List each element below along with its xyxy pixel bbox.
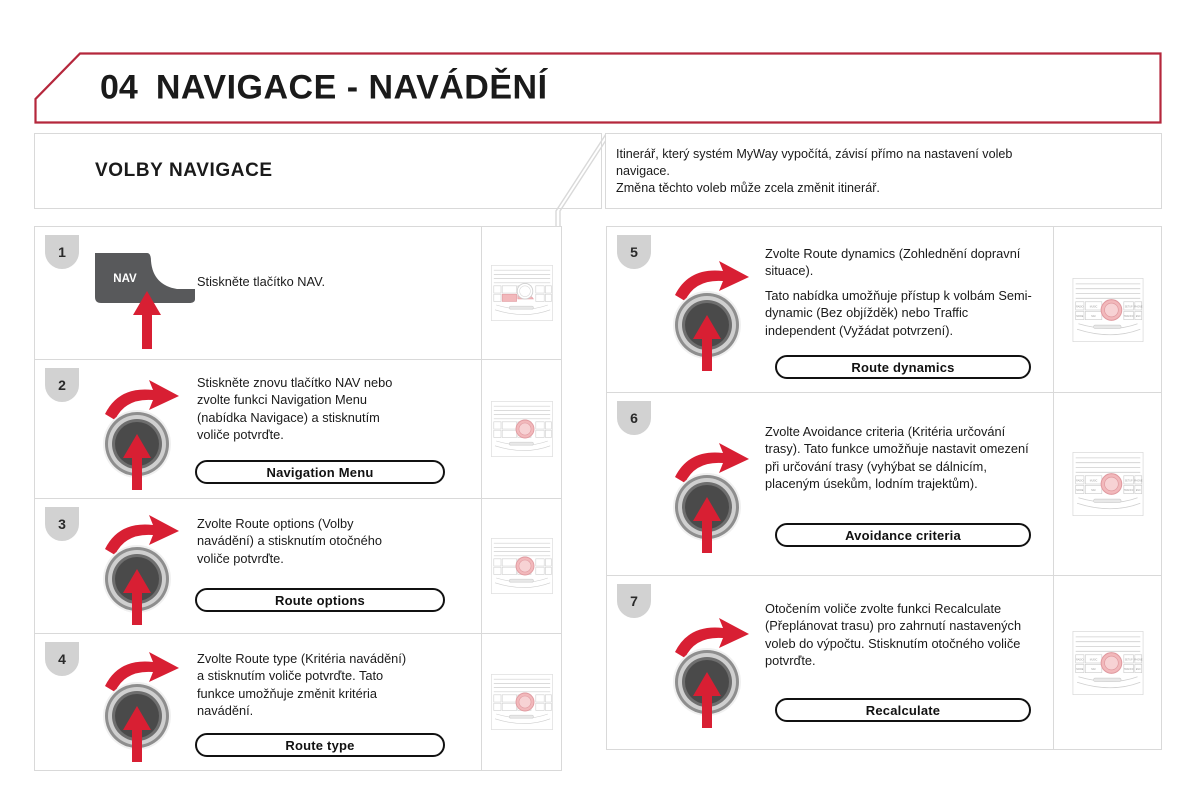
svg-text:RADIO: RADIO [1076,305,1084,308]
svg-text:TRAFFIC: TRAFFIC [1123,314,1133,317]
radio-face-icon-nav-highlight [490,265,553,321]
intro-line-3: Změna těchto voleb může zcela změnit iti… [616,181,880,195]
nav-button-illustration: NAV [85,245,205,360]
chapter-header: 04 NAVIGACE - NAVÁDĚNÍ [34,52,1162,124]
svg-text:ESC: ESC [1135,315,1140,317]
manual-page: 04 NAVIGACE - NAVÁDĚNÍ VOLBY NAVIGACE It… [0,0,1200,800]
svg-text:RADIO: RADIO [1076,658,1084,661]
step-card-7: 7 Otočením voliče zvolte funkci Recalcul… [606,575,1162,750]
svg-text:TRAFFIC: TRAFFIC [1123,489,1133,492]
pill-navigation-menu[interactable]: Navigation Menu [195,460,445,484]
rotary-knob-illustration-4 [87,648,207,766]
step-text-6: Zvolte Avoidance criteria (Kritéria určo… [765,424,1029,492]
step-card-4: 4 Zvolte Route type (Kritéria navádění) [34,633,562,771]
rotary-knob-icon [673,443,749,553]
svg-text:MUSIC: MUSIC [1089,659,1097,661]
steps-column-right: 5 Zvolte Route dynamics (Zohlednění dopr… [606,226,1162,750]
section-title-box: VOLBY NAVIGACE [34,133,602,209]
radio-face-icon-knob-highlight: RADIO MUSIC SETUP PHONE MODE NAV TRAFFIC… [1072,630,1143,695]
svg-text:MODE: MODE [1076,668,1083,670]
step-text-4: Zvolte Route type (Kritéria navádění) a … [197,651,407,719]
section-title: VOLBY NAVIGACE [95,160,273,181]
step-card-5: 5 Zvolte Route dynamics (Zohlednění dopr… [606,226,1162,393]
pill-route-dynamics[interactable]: Route dynamics [775,355,1031,379]
radio-face-thumb-cell-1 [481,227,561,359]
radio-face-thumb-cell-6: RADIO MUSIC SETUP PHONE MODE NAV TRAFFIC… [1053,393,1161,575]
svg-text:NAV: NAV [1091,314,1096,317]
radio-face-icon-knob-highlight: RADIO MUSIC SETUP PHONE MODE NAV TRAFFIC… [1072,452,1143,516]
svg-text:PHONE: PHONE [1134,306,1143,308]
svg-text:MUSIC: MUSIC [1089,306,1097,308]
rotary-knob-icon [103,515,179,625]
chapter-number: 04 [100,68,138,107]
intro-line-2: navigace. [616,164,670,178]
step-text-7: Otočením voliče zvolte funkci Recalculat… [765,601,1022,669]
radio-face-thumb-cell-3 [481,499,561,633]
step-number-badge-4: 4 [45,642,79,676]
svg-text:NAV: NAV [1091,489,1096,492]
step-card-2: 2 Stiskněte znovu tlačítko NAV nebo zvol… [34,359,562,499]
section-slant-divider [555,133,610,291]
pill-avoidance-criteria[interactable]: Avoidance criteria [775,523,1031,547]
svg-text:RADIO: RADIO [1076,479,1084,482]
radio-face-thumb-cell-2 [481,360,561,498]
svg-text:TRAFFIC: TRAFFIC [1123,667,1133,670]
rotary-knob-icon [103,652,179,762]
section-band: VOLBY NAVIGACE Itinerář, který systém My… [34,133,1162,291]
step-number-badge-7: 7 [617,584,651,618]
svg-text:SETUP: SETUP [1124,659,1132,661]
nav-key-icon: NAV [95,253,195,349]
svg-text:NAV: NAV [1091,667,1096,670]
rotary-knob-illustration-5 [657,257,777,375]
step-card-6: 6 Zvolte Avoidance criteria (Kritéria ur… [606,392,1162,576]
rotary-knob-icon [103,380,179,490]
svg-text:PHONE: PHONE [1134,659,1143,661]
step-card-1: 1 NAV Stiskněte tlačítko NAV. [34,226,562,360]
radio-face-icon-knob-highlight [490,538,553,594]
step-number-badge-3: 3 [45,507,79,541]
pill-recalculate[interactable]: Recalculate [775,698,1031,722]
rotary-knob-illustration-3 [87,511,207,629]
step-card-3: 3 Zvolte Route options (Volby navádění) … [34,498,562,634]
radio-face-thumb-cell-5: RADIO MUSIC SETUP PHONE MODE NAV TRAFFIC… [1053,227,1161,392]
pill-route-options[interactable]: Route options [195,588,445,612]
radio-face-thumb-cell-7: RADIO MUSIC SETUP PHONE MODE NAV TRAFFIC… [1053,576,1161,749]
svg-text:MUSIC: MUSIC [1089,480,1097,482]
step-text-2: Stiskněte znovu tlačítko NAV nebo zvolte… [197,375,393,443]
svg-text:MODE: MODE [1076,490,1083,492]
step-number-badge-1: 1 [45,235,79,269]
rotary-knob-icon [673,261,749,371]
intro-line-1: Itinerář, který systém MyWay vypočítá, z… [616,147,1013,161]
rotary-knob-illustration-2 [87,376,207,494]
step-text-1: Stiskněte tlačítko NAV. [197,274,326,289]
svg-text:MODE: MODE [1076,315,1083,317]
steps-column-left: 1 NAV Stiskněte tlačítko NAV. 2 Stisknět… [34,226,562,771]
svg-text:ESC: ESC [1135,490,1140,492]
svg-text:SETUP: SETUP [1124,480,1132,482]
step-number-badge-6: 6 [617,401,651,435]
step-text-3: Zvolte Route options (Volby navádění) a … [197,516,382,566]
intro-text-box: Itinerář, který systém MyWay vypočítá, z… [605,133,1162,209]
pill-route-type[interactable]: Route type [195,733,445,757]
svg-text:NAV: NAV [113,273,137,285]
svg-text:PHONE: PHONE [1134,480,1143,482]
rotary-knob-illustration-6 [657,439,777,557]
step-number-badge-2: 2 [45,368,79,402]
step-text-5: Zvolte Route dynamics (Zohlednění doprav… [765,246,1032,338]
radio-face-thumb-cell-4 [481,634,561,770]
radio-face-icon-knob-highlight: RADIO MUSIC SETUP PHONE MODE NAV TRAFFIC… [1072,277,1143,342]
radio-face-icon-knob-highlight [490,674,553,730]
step-number-badge-5: 5 [617,235,651,269]
rotary-knob-illustration-7 [657,614,777,732]
rotary-knob-icon [673,618,749,728]
chapter-title: NAVIGACE - NAVÁDĚNÍ [155,68,548,107]
radio-face-icon-knob-highlight [490,401,553,457]
svg-text:ESC: ESC [1135,668,1140,670]
svg-text:SETUP: SETUP [1124,306,1132,308]
